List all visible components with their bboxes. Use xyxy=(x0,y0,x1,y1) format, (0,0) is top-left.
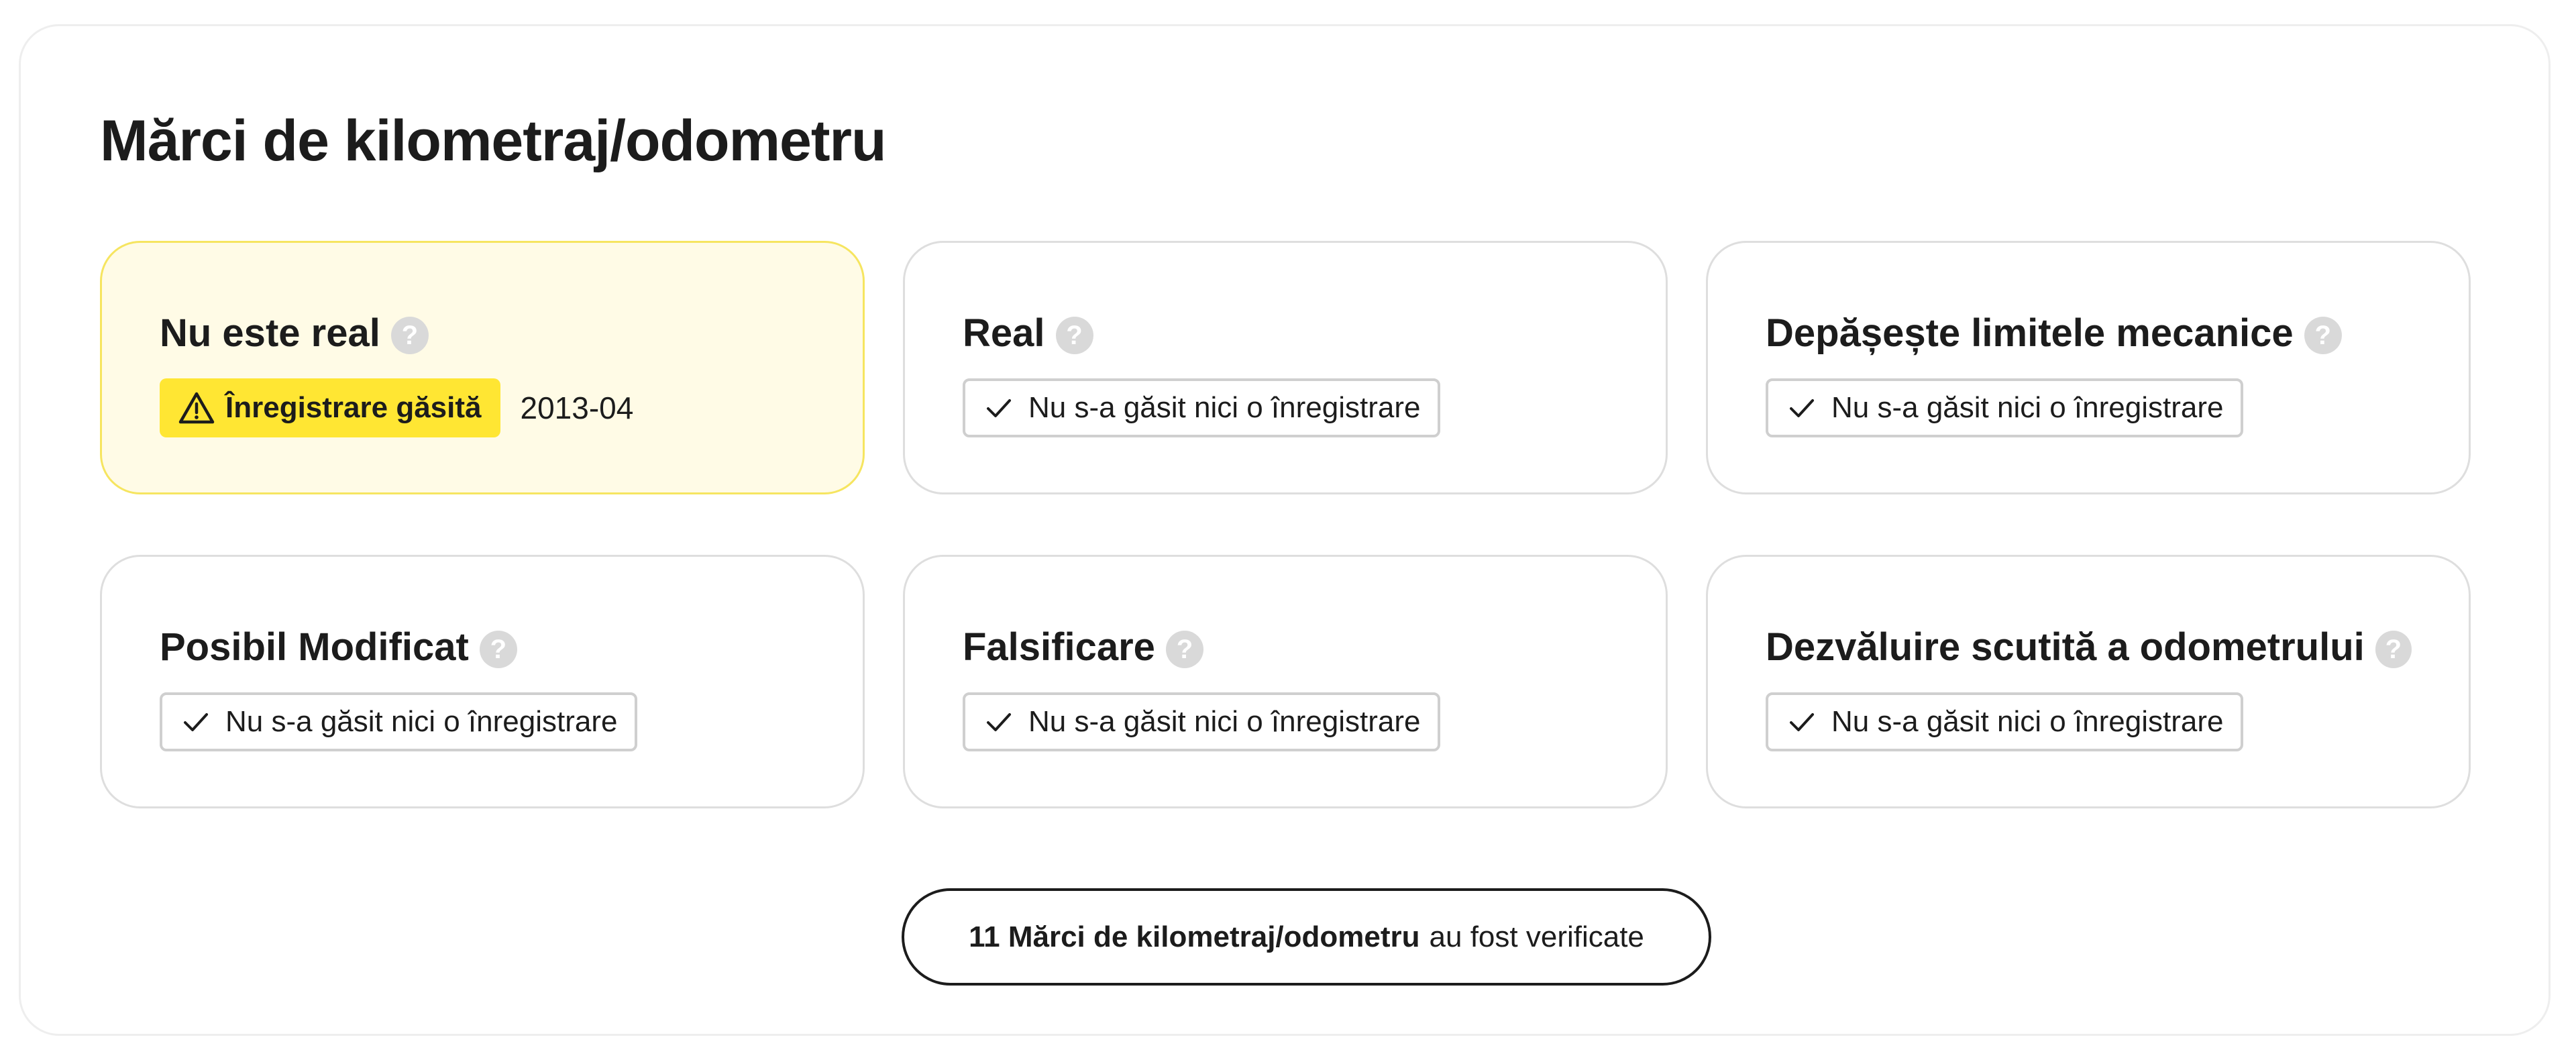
help-icon[interactable]: ? xyxy=(2375,631,2412,668)
card-falsificare: Falsificare ? Nu s-a găsit nici o înregi… xyxy=(903,555,1668,808)
no-record-badge: Nu s-a găsit nici o înregistrare xyxy=(1766,692,2244,751)
summary-suffix: au fost verificate xyxy=(1429,920,1644,953)
checkmark-icon xyxy=(987,399,1011,417)
warning-triangle-icon xyxy=(178,392,215,424)
card-header: Posibil Modificat ? xyxy=(160,620,806,674)
card-nu-este-real: Nu este real ? Înregistrare găsită 2013-… xyxy=(100,241,865,494)
status-row: Nu s-a găsit nici o înregistrare xyxy=(963,378,1609,437)
brand-cards-grid: Nu este real ? Înregistrare găsită 2013-… xyxy=(100,241,2471,808)
status-row: Nu s-a găsit nici o înregistrare xyxy=(1766,378,2412,437)
badge-label: Nu s-a găsit nici o înregistrare xyxy=(1028,705,1421,738)
badge-label: Nu s-a găsit nici o înregistrare xyxy=(1831,391,2224,424)
record-found-badge: Înregistrare găsită xyxy=(160,378,500,437)
card-real: Real ? Nu s-a găsit nici o înregistrare xyxy=(903,241,1668,494)
help-icon[interactable]: ? xyxy=(479,631,517,668)
card-header: Real ? xyxy=(963,306,1609,360)
card-header: Nu este real ? xyxy=(160,306,806,360)
badge-label: Nu s-a găsit nici o înregistrare xyxy=(225,705,618,738)
status-row: Nu s-a găsit nici o înregistrare xyxy=(160,692,806,751)
checkmark-icon xyxy=(987,713,1011,731)
card-depaseste-limitele: Depășește limitele mecanice ? Nu s-a găs… xyxy=(1706,241,2471,494)
card-title: Depășește limitele mecanice xyxy=(1766,311,2294,355)
no-record-badge: Nu s-a găsit nici o înregistrare xyxy=(1766,378,2244,437)
card-dezvaluire-scutita: Dezvăluire scutită a odometrului ? Nu s-… xyxy=(1706,555,2471,808)
card-title: Nu este real xyxy=(160,311,380,355)
checkmark-icon xyxy=(1790,399,1814,417)
card-title: Real xyxy=(963,311,1045,355)
status-row: Nu s-a găsit nici o înregistrare xyxy=(1766,692,2412,751)
card-posibil-modificat: Posibil Modificat ? Nu s-a găsit nici o … xyxy=(100,555,865,808)
no-record-badge: Nu s-a găsit nici o înregistrare xyxy=(160,692,638,751)
help-icon[interactable]: ? xyxy=(390,317,429,354)
help-icon[interactable]: ? xyxy=(2304,317,2342,354)
card-header: Dezvăluire scutită a odometrului ? xyxy=(1766,620,2412,674)
card-title: Posibil Modificat xyxy=(160,625,469,669)
checkmark-icon xyxy=(184,713,208,731)
record-date: 2013-04 xyxy=(520,390,634,425)
odometer-brands-panel: Mărci de kilometraj/odometru Nu este rea… xyxy=(19,24,2551,1036)
badge-label: Nu s-a găsit nici o înregistrare xyxy=(1028,391,1421,424)
help-icon[interactable]: ? xyxy=(1055,317,1093,354)
card-title: Falsificare xyxy=(963,625,1155,669)
card-header: Depășește limitele mecanice ? xyxy=(1766,306,2412,360)
no-record-badge: Nu s-a găsit nici o înregistrare xyxy=(963,378,1441,437)
section-title: Mărci de kilometraj/odometru xyxy=(100,109,887,173)
summary-count: 11 Mărci de kilometraj/odometru xyxy=(969,920,1420,953)
card-title: Dezvăluire scutită a odometrului xyxy=(1766,625,2365,669)
status-row: Nu s-a găsit nici o înregistrare xyxy=(963,692,1609,751)
badge-label: Înregistrare găsită xyxy=(225,391,482,424)
status-row: Înregistrare găsită 2013-04 xyxy=(160,378,806,437)
checkmark-icon xyxy=(1790,713,1814,731)
checked-brands-summary-button[interactable]: 11 Mărci de kilometraj/odometru au fost … xyxy=(902,888,1711,986)
no-record-badge: Nu s-a găsit nici o înregistrare xyxy=(963,692,1441,751)
card-header: Falsificare ? xyxy=(963,620,1609,674)
badge-label: Nu s-a găsit nici o înregistrare xyxy=(1831,705,2224,738)
help-icon[interactable]: ? xyxy=(1165,631,1203,668)
